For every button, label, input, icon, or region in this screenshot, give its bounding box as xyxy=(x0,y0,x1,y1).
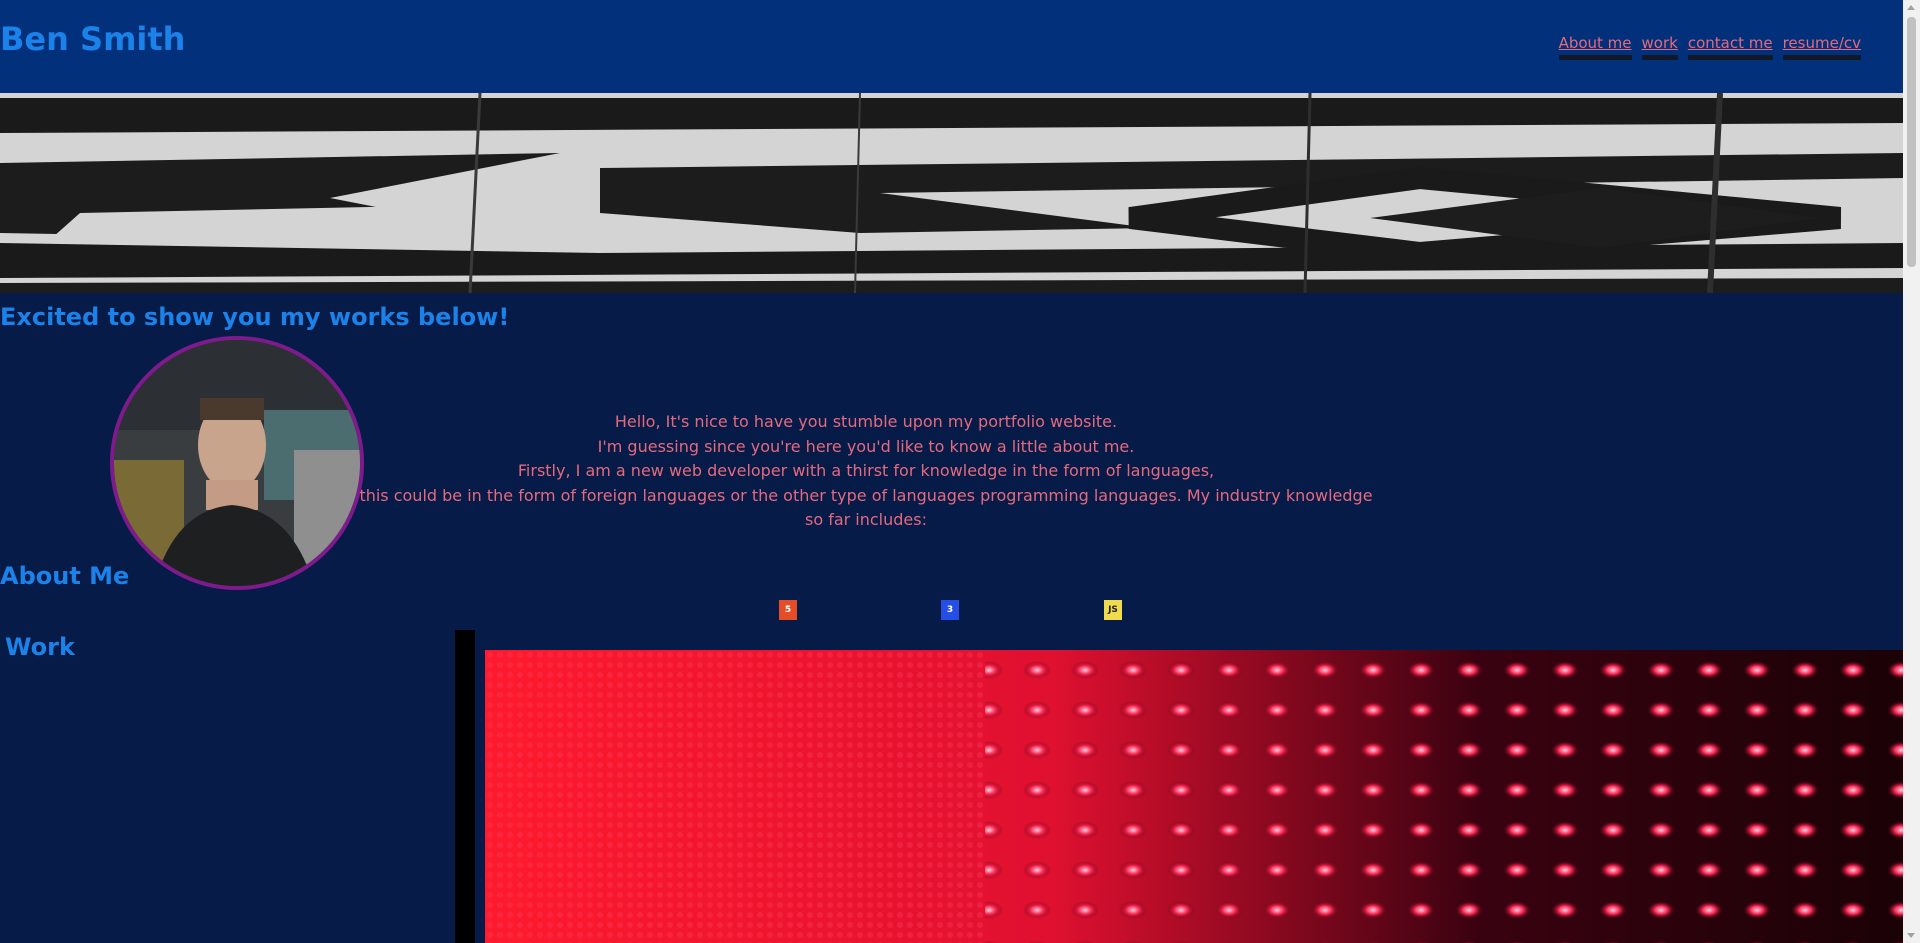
about-heading: About Me xyxy=(0,562,130,590)
page-scrollbar[interactable] xyxy=(1903,0,1920,943)
about-intro-text: Hello, It's nice to have you stumble upo… xyxy=(356,410,1376,533)
profile-photo xyxy=(110,336,364,590)
hero-banner-image xyxy=(0,93,1903,293)
skills-icons: 5 3 JS xyxy=(0,600,1903,622)
nav-link-resume-cv[interactable]: resume/cv xyxy=(1782,34,1861,60)
scrollbar-thumb[interactable] xyxy=(1907,17,1916,267)
intro-line: I'm guessing since you're here you'd lik… xyxy=(597,436,1135,456)
site-title: Ben Smith xyxy=(0,20,186,58)
javascript-icon: JS xyxy=(1104,600,1122,620)
work-project-image[interactable] xyxy=(485,650,1903,943)
intro-line: Hello, It's nice to have you stumble upo… xyxy=(614,412,1118,431)
intro-line: Firstly, I am a new web developer with a… xyxy=(517,461,1215,480)
html5-icon: 5 xyxy=(779,600,797,620)
nav-link-work[interactable]: work xyxy=(1641,34,1678,60)
led-wall-illustration xyxy=(485,650,1903,943)
nav-link-about-me[interactable]: About me xyxy=(1558,34,1632,60)
intro-line: this could be in the form of foreign lan… xyxy=(359,485,1373,530)
css3-icon: 3 xyxy=(941,600,959,620)
profile-photo-illustration xyxy=(114,340,360,586)
main-nav: About me work contact me resume/cv xyxy=(1558,34,1861,60)
scroll-down-arrow-icon[interactable] xyxy=(1907,933,1915,938)
site-header: Ben Smith About me work contact me resum… xyxy=(0,0,1903,93)
work-heading: Work xyxy=(5,633,75,661)
work-divider xyxy=(455,630,475,943)
hero-tagline: Excited to show you my works below! xyxy=(0,303,510,331)
scroll-up-arrow-icon[interactable] xyxy=(1907,5,1915,10)
banner-maze-pattern xyxy=(0,93,1903,293)
nav-link-contact-me[interactable]: contact me xyxy=(1687,34,1773,60)
page: Ben Smith About me work contact me resum… xyxy=(0,0,1903,943)
